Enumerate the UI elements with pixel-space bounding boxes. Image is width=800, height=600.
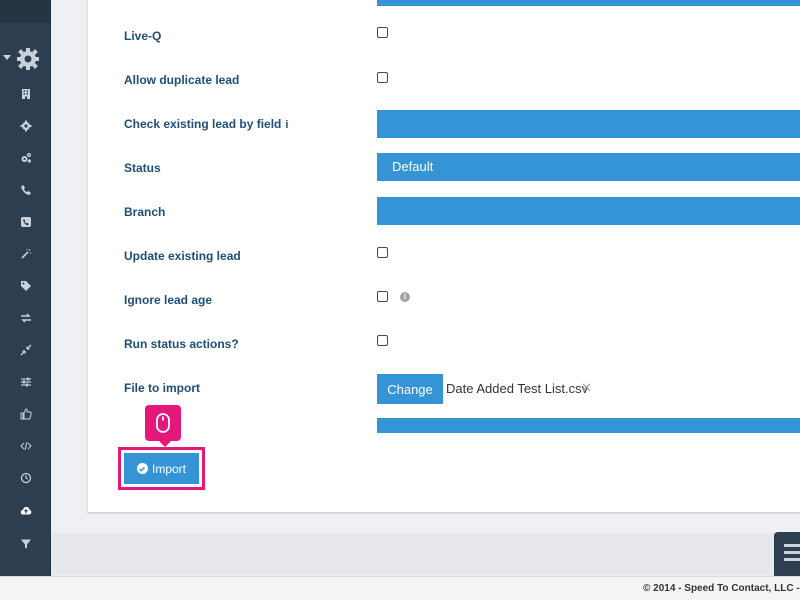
info-icon[interactable]: i bbox=[285, 119, 288, 131]
top-field-bar[interactable] bbox=[377, 0, 800, 6]
ignore-age-checkbox[interactable] bbox=[377, 291, 388, 302]
status-label: Status bbox=[124, 161, 161, 175]
run-status-actions-label: Run status actions? bbox=[124, 337, 239, 351]
update-existing-label: Update existing lead bbox=[124, 249, 241, 263]
clock-icon[interactable] bbox=[18, 470, 34, 486]
change-file-button[interactable]: Change bbox=[377, 374, 443, 404]
upload-progress-bar bbox=[377, 418, 800, 433]
branch-select[interactable] bbox=[377, 197, 800, 225]
page-bottom-band bbox=[51, 533, 800, 575]
check-existing-select[interactable] bbox=[377, 110, 800, 138]
compress-icon[interactable] bbox=[18, 342, 34, 358]
phone-icon[interactable] bbox=[18, 182, 34, 198]
import-button[interactable]: Import bbox=[124, 453, 199, 484]
allow-duplicate-checkbox[interactable] bbox=[377, 72, 388, 83]
ignore-age-label: Ignore lead age bbox=[124, 293, 213, 307]
caret-down-icon[interactable] bbox=[3, 55, 11, 60]
cogs-icon[interactable] bbox=[18, 150, 34, 166]
remove-file-icon[interactable]: ✕ bbox=[581, 380, 592, 396]
footer: © 2014 - Speed To Contact, LLC - All bbox=[0, 576, 800, 600]
magic-wand-icon[interactable] bbox=[18, 246, 34, 262]
check-existing-label: Check existing lead by field i bbox=[124, 117, 288, 131]
cloud-upload-icon[interactable] bbox=[18, 503, 34, 519]
run-status-actions-checkbox[interactable] bbox=[377, 335, 388, 346]
file-name: Date Added Test List.csv bbox=[446, 381, 589, 396]
import-button-label: Import bbox=[151, 461, 186, 476]
sliders-icon[interactable] bbox=[18, 374, 34, 390]
code-icon[interactable] bbox=[18, 438, 34, 454]
live-q-label: Live-Q bbox=[124, 29, 162, 43]
menu-toggle-icon[interactable] bbox=[774, 532, 800, 576]
file-to-import-label: File to import bbox=[124, 381, 200, 395]
tag-icon[interactable] bbox=[18, 278, 34, 294]
phone-square-icon[interactable] bbox=[18, 214, 34, 230]
filter-icon[interactable] bbox=[18, 536, 34, 552]
footer-copyright: © 2014 - Speed To Contact, LLC - All bbox=[643, 583, 800, 594]
update-existing-checkbox[interactable] bbox=[377, 247, 388, 258]
sidebar bbox=[0, 0, 51, 576]
mouse-icon bbox=[145, 405, 181, 447]
info-circle-icon[interactable]: i bbox=[400, 292, 410, 302]
branch-label: Branch bbox=[124, 205, 166, 219]
check-existing-text: Check existing lead by field bbox=[124, 117, 282, 131]
cog-icon[interactable] bbox=[18, 118, 34, 134]
settings-gear-icon[interactable] bbox=[16, 47, 40, 71]
status-select[interactable]: Default bbox=[377, 153, 800, 181]
exchange-icon[interactable] bbox=[18, 310, 34, 326]
sidebar-top bbox=[0, 0, 50, 22]
live-q-checkbox[interactable] bbox=[377, 27, 388, 38]
building-icon[interactable] bbox=[18, 86, 34, 102]
allow-duplicate-label: Allow duplicate lead bbox=[124, 73, 240, 87]
check-circle-icon bbox=[136, 463, 148, 474]
thumbs-up-icon[interactable] bbox=[18, 406, 34, 422]
